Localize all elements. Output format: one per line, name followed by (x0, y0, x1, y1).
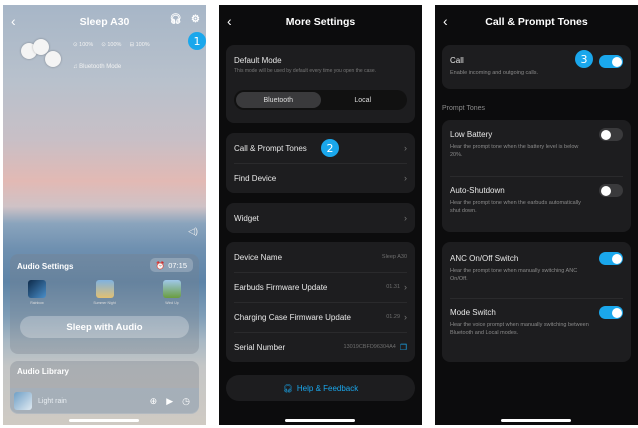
sound-item-summer-night[interactable]: Summer Night (92, 280, 118, 305)
home-indicator (285, 419, 355, 422)
device-title: Sleep A30 (79, 16, 130, 28)
anc-switch-desc: Hear the prompt tone when manually switc… (450, 268, 578, 282)
prompt-tones-header: Prompt Tones (442, 105, 486, 112)
find-device-item[interactable]: Find Device › (226, 163, 415, 193)
sound-item-rainbow[interactable]: Rainbow (24, 280, 50, 305)
home-indicator (69, 419, 139, 422)
call-desc: Enable incoming and outgoing calls. (450, 70, 539, 76)
battery-status: ⊙ 100% ⊙ 100% ⊟ 100% (73, 42, 150, 48)
alarm-icon: ⏰ (155, 260, 166, 270)
gear-icon[interactable]: ⚙ (191, 14, 200, 25)
sleep-with-audio-button[interactable]: Sleep with Audio (20, 316, 189, 338)
chevron-right-icon: › (404, 173, 407, 183)
low-battery-title: Low Battery (450, 130, 493, 139)
divider (450, 176, 623, 177)
anc-switch-toggle[interactable] (599, 252, 623, 265)
anc-switch-title: ANC On/Off Switch (450, 254, 519, 263)
mode-option-bluetooth[interactable]: Bluetooth (236, 92, 321, 108)
default-mode-title: Default Mode (234, 56, 282, 65)
step-badge-3: 3 (575, 50, 593, 68)
mode-switch-desc: Hear the voice prompt when manually swit… (450, 322, 589, 336)
more-settings-screen: ‹ More Settings Default Mode This mode w… (219, 5, 422, 425)
home-indicator (501, 419, 571, 422)
back-icon[interactable]: ‹ (443, 13, 448, 29)
download-icon[interactable]: ⊕ (150, 396, 158, 407)
sound-list: Rainbow Summer Night Wind Up (24, 280, 185, 305)
back-icon[interactable]: ‹ (227, 13, 232, 29)
device-info-card: Device Name Sleep A30 Earbuds Firmware U… (226, 242, 415, 362)
chevron-right-icon: › (404, 282, 407, 292)
case-firmware-version: 01.29 (386, 314, 400, 320)
audio-library-title: Audio Library (17, 367, 70, 376)
header-icons: 🎧︎ ⚙ (169, 14, 200, 25)
step-badge-1: 1 (188, 32, 206, 50)
back-icon[interactable]: ‹ (11, 13, 16, 29)
help-feedback-button[interactable]: 🎧︎ Help & Feedback (226, 375, 415, 401)
prompt-tones-card: Low Battery Hear the prompt tone when th… (442, 120, 631, 232)
default-mode-card: Default Mode This mode will be used by d… (226, 45, 415, 123)
auto-shutdown-desc: Hear the prompt tone when the earbuds au… (450, 200, 581, 214)
device-name-item[interactable]: Device Name Sleep A30 (226, 242, 415, 272)
call-find-card: Call & Prompt Tones › Find Device › (226, 133, 415, 193)
mode-switch-toggle[interactable] (599, 306, 623, 319)
widget-card: Widget › (226, 203, 415, 233)
mode-segmented-control: Bluetooth Local (234, 90, 407, 110)
default-mode-desc: This mode will be used by default every … (234, 68, 377, 74)
timer-icon[interactable]: ◷ (182, 396, 190, 407)
call-prompt-tones-screen: ‹ Call & Prompt Tones Call Enable incomi… (435, 5, 638, 425)
battery-left: ⊙ 100% (73, 42, 94, 48)
battery-right: ⊙ 100% (101, 42, 122, 48)
call-prompt-top-bar: ‹ Call & Prompt Tones (435, 11, 638, 33)
chevron-right-icon: › (404, 312, 407, 322)
call-prompt-title: Call & Prompt Tones (485, 16, 588, 28)
chevron-right-icon: › (404, 143, 407, 153)
low-battery-toggle[interactable] (599, 128, 623, 141)
auto-shutdown-toggle[interactable] (599, 184, 623, 197)
case-firmware-item[interactable]: Charging Case Firmware Update 01.29 › (226, 302, 415, 332)
switch-tones-card: ANC On/Off Switch Hear the prompt tone w… (442, 242, 631, 362)
battery-case: ⊟ 100% (129, 42, 150, 48)
serial-number-value: 13019CBFD96304A4 (343, 344, 396, 350)
connection-mode: ♫ Bluetooth Mode (73, 64, 122, 70)
copy-icon[interactable]: ❐ (400, 343, 407, 352)
track-cover (14, 392, 32, 410)
now-playing-bar[interactable]: Light rain ⊕ ▶ ◷ (10, 388, 199, 414)
home-top-bar: ‹ Sleep A30 🎧︎ ⚙ (3, 11, 206, 33)
sleep-timer[interactable]: ⏰ 07:15 (149, 258, 193, 272)
call-title: Call (450, 56, 464, 65)
more-settings-top-bar: ‹ More Settings (219, 11, 422, 33)
step-badge-2: 2 (321, 139, 339, 157)
divider (450, 298, 623, 299)
headphones-icon[interactable]: 🎧︎ (169, 14, 182, 25)
auto-shutdown-title: Auto-Shutdown (450, 186, 505, 195)
earbuds-firmware-version: 01.31 (386, 284, 400, 290)
earbuds-image (19, 37, 67, 75)
mode-switch-title: Mode Switch (450, 308, 496, 317)
device-name-value: Sleep A30 (381, 254, 407, 260)
chevron-right-icon: › (404, 213, 407, 223)
serial-number-item: Serial Number 13019CBFD96304A4 ❐ (234, 342, 407, 352)
volume-icon[interactable]: ◁) (188, 226, 198, 237)
headset-icon: 🎧︎ (282, 383, 293, 393)
mode-option-local[interactable]: Local (321, 92, 406, 108)
audio-settings-title: Audio Settings (17, 262, 74, 271)
call-card: Call Enable incoming and outgoing calls. (442, 45, 631, 89)
home-screen: ‹ Sleep A30 🎧︎ ⚙ 1 ⊙ 100% ⊙ 100% ⊟ 100% … (3, 5, 206, 425)
low-battery-desc: Hear the prompt tone when the battery le… (450, 144, 579, 158)
call-toggle[interactable] (599, 55, 623, 68)
audio-settings-panel: Audio Settings ⏰ 07:15 Rainbow Summer Ni… (10, 254, 199, 354)
play-icon[interactable]: ▶ (166, 396, 173, 407)
sound-item-wind-up[interactable]: Wind Up (159, 280, 185, 305)
screenshot-stage: ‹ Sleep A30 🎧︎ ⚙ 1 ⊙ 100% ⊙ 100% ⊟ 100% … (0, 0, 638, 428)
more-settings-title: More Settings (285, 16, 356, 28)
track-name: Light rain (38, 397, 67, 405)
widget-item[interactable]: Widget › (226, 203, 415, 233)
earbuds-firmware-item[interactable]: Earbuds Firmware Update 01.31 › (226, 272, 415, 302)
